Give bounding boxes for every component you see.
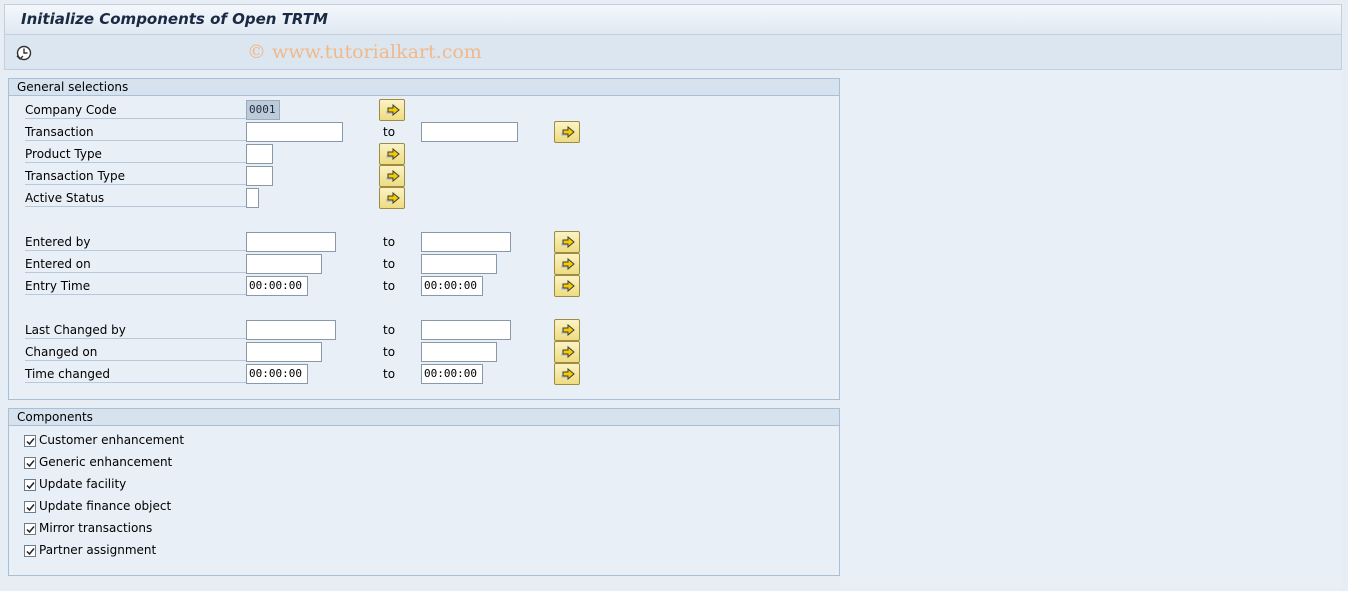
time-changed-multiple-selection-button[interactable] xyxy=(554,363,580,385)
update-facility-checkbox[interactable] xyxy=(24,479,36,491)
checkmark-icon xyxy=(26,438,35,446)
arrow-right-icon xyxy=(561,280,575,292)
transaction-label: Transaction xyxy=(25,123,249,141)
transaction-type-multiple-selection-button[interactable] xyxy=(379,165,405,187)
time-changed-from-input[interactable]: 00:00:00 xyxy=(246,364,308,384)
entered-on-label: Entered on xyxy=(25,255,249,273)
changed-on-to-input[interactable] xyxy=(421,342,497,362)
arrow-right-icon xyxy=(386,170,400,182)
entered-on-from-input[interactable] xyxy=(246,254,322,274)
transaction-type-input[interactable] xyxy=(246,166,273,186)
product-type-multiple-selection-button[interactable] xyxy=(379,143,405,165)
transaction-from-input[interactable] xyxy=(246,122,343,142)
entered-by-to-input[interactable] xyxy=(421,232,511,252)
update-facility-label: Update facility xyxy=(39,477,127,491)
entered-on-to-label: to xyxy=(383,257,396,271)
checkmark-icon xyxy=(26,526,35,534)
product-type-label: Product Type xyxy=(25,145,249,163)
row-product-type: Product Type xyxy=(9,143,839,165)
customer-enhancement-label: Customer enhancement xyxy=(39,433,185,447)
entered-on-multiple-selection-button[interactable] xyxy=(554,253,580,275)
row-transaction: Transaction to xyxy=(9,121,839,143)
time-changed-label: Time changed xyxy=(25,365,249,383)
application-toolbar: © www.tutorialkart.com xyxy=(4,34,1342,70)
arrow-right-icon xyxy=(386,148,400,160)
components-header: Components xyxy=(9,409,839,426)
last-changed-by-multiple-selection-button[interactable] xyxy=(554,319,580,341)
row-time-changed: Time changed 00:00:00 to 00:00:00 xyxy=(9,363,839,385)
generic-enhancement-label: Generic enhancement xyxy=(39,455,173,469)
row-entry-time: Entry Time 00:00:00 to 00:00:00 xyxy=(9,275,839,297)
checkmark-icon xyxy=(26,460,35,468)
arrow-right-icon xyxy=(561,258,575,270)
arrow-right-icon xyxy=(561,346,575,358)
checkmark-icon xyxy=(26,504,35,512)
company-code-label: Company Code xyxy=(25,101,249,119)
row-entered-by: Entered by to xyxy=(9,231,839,253)
changed-on-to-label: to xyxy=(383,345,396,359)
partner-assignment-label: Partner assignment xyxy=(39,543,157,557)
transaction-to-label: to xyxy=(383,125,396,139)
arrow-right-icon xyxy=(561,324,575,336)
partner-assignment-checkbox[interactable] xyxy=(24,545,36,557)
mirror-transactions-label: Mirror transactions xyxy=(39,521,153,535)
arrow-right-icon xyxy=(561,236,575,248)
last-changed-by-to-label: to xyxy=(383,323,396,337)
changed-on-label: Changed on xyxy=(25,343,249,361)
row-company-code: Company Code 0001 xyxy=(9,99,839,121)
entry-time-from-input[interactable]: 00:00:00 xyxy=(246,276,308,296)
row-entered-on: Entered on to xyxy=(9,253,839,275)
company-code-input[interactable]: 0001 xyxy=(246,100,280,120)
entered-by-multiple-selection-button[interactable] xyxy=(554,231,580,253)
entered-by-to-label: to xyxy=(383,235,396,249)
title-bar: Initialize Components of Open TRTM xyxy=(4,4,1342,34)
page-title: Initialize Components of Open TRTM xyxy=(21,10,328,28)
arrow-right-icon xyxy=(386,104,400,116)
row-transaction-type: Transaction Type xyxy=(9,165,839,187)
customer-enhancement-checkbox[interactable] xyxy=(24,435,36,447)
last-changed-by-to-input[interactable] xyxy=(421,320,511,340)
active-status-label: Active Status xyxy=(25,189,249,207)
execute-clock-icon[interactable] xyxy=(14,43,34,63)
general-selections-group: General selections Company Code 0001 Tra… xyxy=(8,78,840,400)
time-changed-to-input[interactable]: 00:00:00 xyxy=(421,364,483,384)
entry-time-label: Entry Time xyxy=(25,277,249,295)
entry-time-to-input[interactable]: 00:00:00 xyxy=(421,276,483,296)
entered-by-from-input[interactable] xyxy=(246,232,336,252)
generic-enhancement-checkbox[interactable] xyxy=(24,457,36,469)
entered-by-label: Entered by xyxy=(25,233,249,251)
watermark-text: © www.tutorialkart.com xyxy=(247,41,482,63)
checkmark-icon xyxy=(26,548,35,556)
row-active-status: Active Status xyxy=(9,187,839,209)
entry-time-to-label: to xyxy=(383,279,396,293)
mirror-transactions-checkbox[interactable] xyxy=(24,523,36,535)
transaction-type-label: Transaction Type xyxy=(25,167,249,185)
active-status-multiple-selection-button[interactable] xyxy=(379,187,405,209)
last-changed-by-label: Last Changed by xyxy=(25,321,249,339)
time-changed-to-label: to xyxy=(383,367,396,381)
entered-on-to-input[interactable] xyxy=(421,254,497,274)
last-changed-by-from-input[interactable] xyxy=(246,320,336,340)
row-changed-on: Changed on to xyxy=(9,341,839,363)
entry-time-multiple-selection-button[interactable] xyxy=(554,275,580,297)
arrow-right-icon xyxy=(561,126,575,138)
update-finance-object-label: Update finance object xyxy=(39,499,172,513)
general-selections-header: General selections xyxy=(9,79,839,96)
arrow-right-icon xyxy=(561,368,575,380)
product-type-input[interactable] xyxy=(246,144,273,164)
components-group: Components Customer enhancement Generic … xyxy=(8,408,840,576)
changed-on-multiple-selection-button[interactable] xyxy=(554,341,580,363)
update-finance-object-checkbox[interactable] xyxy=(24,501,36,513)
transaction-to-input[interactable] xyxy=(421,122,518,142)
active-status-input[interactable] xyxy=(246,188,259,208)
empty-area xyxy=(840,70,1342,588)
transaction-multiple-selection-button[interactable] xyxy=(554,121,580,143)
row-last-changed-by: Last Changed by to xyxy=(9,319,839,341)
company-code-multiple-selection-button[interactable] xyxy=(379,99,405,121)
checkmark-icon xyxy=(26,482,35,490)
changed-on-from-input[interactable] xyxy=(246,342,322,362)
arrow-right-icon xyxy=(386,192,400,204)
